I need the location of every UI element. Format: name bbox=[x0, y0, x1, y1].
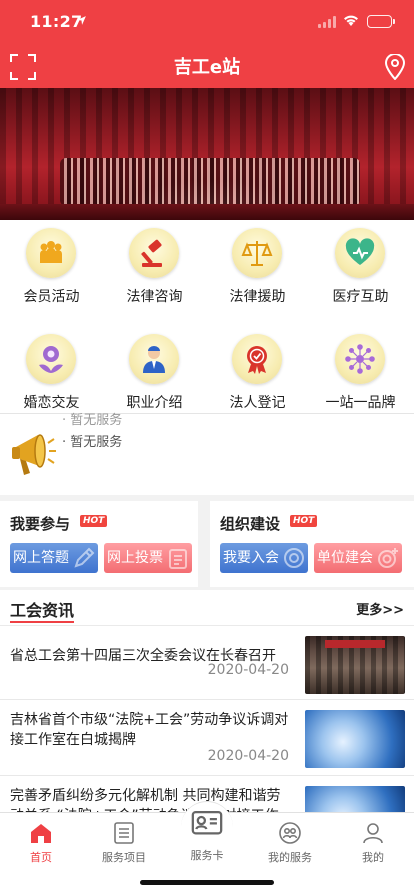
header: 11:27 吉工e站 bbox=[0, 0, 414, 88]
organization-title: 组织建设 bbox=[220, 515, 281, 533]
user-icon bbox=[363, 823, 383, 844]
news-item[interactable]: 省总工会第十四届三次全委会议在长春召开 2020-04-20 bbox=[0, 632, 414, 702]
worker-icon bbox=[129, 334, 179, 384]
notice-bar[interactable]: · 暂无服务 · 暂无服务 bbox=[0, 413, 414, 495]
banner-stage-performers bbox=[60, 158, 360, 206]
news-section-title: 工会资讯 bbox=[10, 601, 75, 620]
scales-icon bbox=[232, 228, 282, 278]
news-item-thumbnail bbox=[305, 636, 405, 694]
pencil-icon bbox=[74, 547, 95, 568]
wifi-icon bbox=[344, 15, 358, 26]
gavel-icon bbox=[129, 228, 179, 278]
news-header: 工会资讯 更多>> bbox=[0, 590, 414, 626]
notice-current-text: · 暂无服务 bbox=[62, 435, 123, 450]
service-legal-registration[interactable]: 法人登记 bbox=[206, 326, 309, 422]
online-quiz-button[interactable]: 网上答题 bbox=[10, 543, 98, 573]
news-item-date: 2020-04-20 bbox=[207, 748, 289, 764]
home-icon bbox=[31, 824, 51, 843]
union-emblem-plus-icon bbox=[378, 548, 398, 568]
service-grid: 会员活动 法律咨询 法律援助 医疗互助 婚恋交友 职业介绍 法人登记 一站一品牌 bbox=[0, 220, 414, 413]
join-union-button[interactable]: 我要入会 bbox=[220, 543, 308, 573]
megaphone-icon bbox=[12, 434, 56, 475]
location-arrow-icon bbox=[77, 16, 86, 25]
news-item-title: 吉林省首个市级“法院+工会”劳动争议诉调对接工作室在白城揭牌 bbox=[10, 712, 289, 748]
tab-my-services[interactable]: 我的服务 bbox=[249, 813, 331, 867]
service-dating[interactable]: 婚恋交友 bbox=[0, 326, 103, 422]
tab-service-card[interactable]: 服务卡 bbox=[166, 810, 248, 867]
home-indicator bbox=[140, 880, 274, 885]
app-screen: 11:27 吉工e站 会员活动 法律咨询 法律援助 医疗互助 婚恋交友 职业介绍… bbox=[0, 0, 414, 896]
cellular-signal-icon bbox=[318, 16, 336, 28]
service-member-activity[interactable]: 会员活动 bbox=[0, 220, 103, 316]
status-bar: 11:27 bbox=[0, 0, 414, 44]
battery-icon bbox=[367, 15, 395, 28]
member-activity-icon bbox=[26, 228, 76, 278]
news-item-thumbnail bbox=[305, 710, 405, 768]
tab-mine[interactable]: 我的 bbox=[332, 813, 414, 867]
tab-home[interactable]: 首页 bbox=[0, 813, 82, 867]
union-emblem-icon bbox=[284, 548, 304, 568]
service-medical-mutual[interactable]: 医疗互助 bbox=[309, 220, 412, 316]
network-icon bbox=[335, 334, 385, 384]
card-icon bbox=[191, 810, 223, 835]
news-item[interactable]: 吉林省首个市级“法院+工会”劳动争议诉调对接工作室在白城揭牌 2020-04-2… bbox=[0, 706, 414, 776]
service-job-intro[interactable]: 职业介绍 bbox=[103, 326, 206, 422]
hot-badge: HOT bbox=[80, 515, 108, 527]
build-union-button[interactable]: 单位建会 bbox=[314, 543, 402, 573]
hot-badge: HOT bbox=[290, 515, 318, 527]
service-legal-consult[interactable]: 法律咨询 bbox=[103, 220, 206, 316]
banner-image[interactable] bbox=[0, 88, 414, 220]
news-more-link[interactable]: 更多>> bbox=[356, 599, 404, 618]
status-time: 11:27 bbox=[30, 12, 83, 31]
organization-card: 组织建设 HOT 我要入会 单位建会 bbox=[210, 501, 414, 587]
flower-icon bbox=[26, 334, 76, 384]
participate-card: 我要参与 HOT 网上答题 网上投票 bbox=[0, 501, 198, 587]
location-pin-icon[interactable] bbox=[384, 54, 406, 80]
clipboard-icon bbox=[169, 549, 187, 569]
online-vote-button[interactable]: 网上投票 bbox=[104, 543, 192, 573]
people-icon bbox=[279, 822, 301, 844]
notice-previous-text: · 暂无服务 bbox=[62, 413, 123, 428]
seal-badge-icon bbox=[232, 334, 282, 384]
tab-service-items[interactable]: 服务项目 bbox=[83, 813, 165, 867]
heart-care-icon bbox=[335, 228, 385, 278]
list-icon bbox=[114, 822, 134, 844]
participate-title: 我要参与 bbox=[10, 515, 71, 533]
page-title: 吉工e站 bbox=[173, 57, 241, 78]
news-item-date: 2020-04-20 bbox=[207, 662, 289, 678]
action-cards: 我要参与 HOT 网上答题 网上投票 组织建设 HOT 我要入会 单位建会 bbox=[0, 495, 414, 590]
service-legal-aid[interactable]: 法律援助 bbox=[206, 220, 309, 316]
service-one-station-brand[interactable]: 一站一品牌 bbox=[309, 326, 412, 422]
